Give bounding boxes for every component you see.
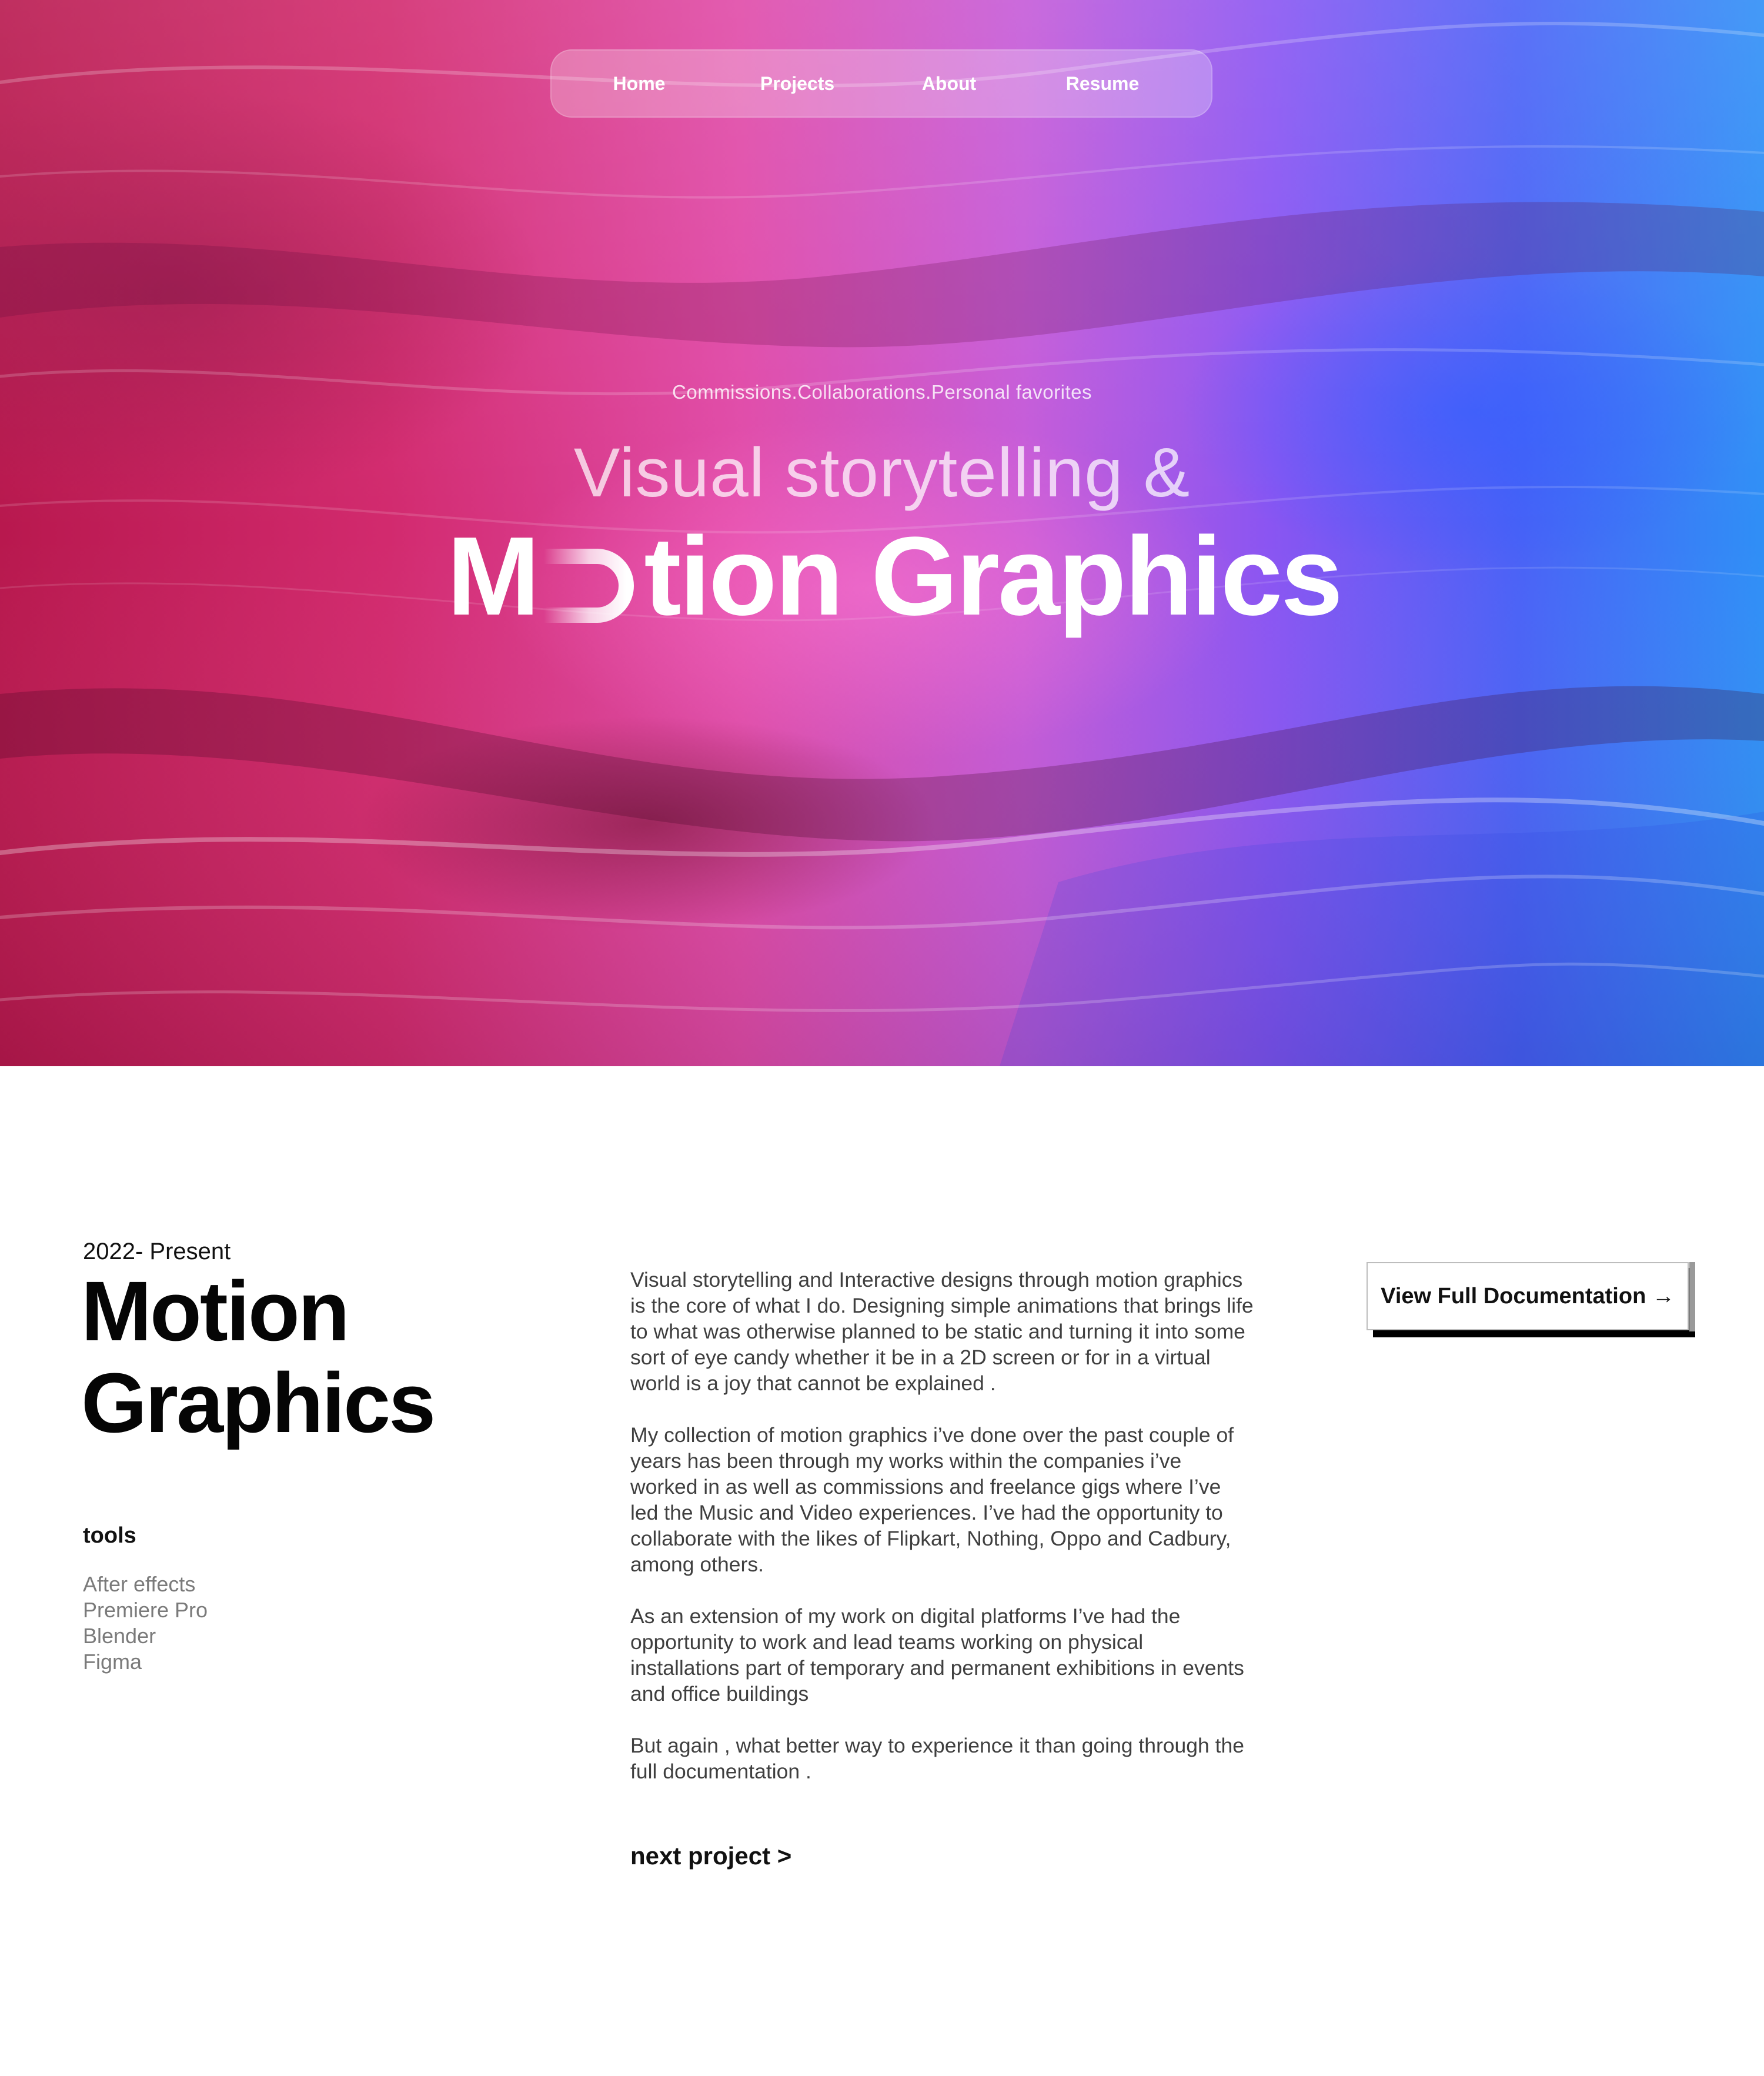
description-paragraph: Visual storytelling and Interactive desi… bbox=[630, 1268, 1254, 1395]
description-paragraph: My collection of motion graphics i’ve do… bbox=[630, 1423, 1234, 1576]
nav-projects-link[interactable]: Projects bbox=[756, 49, 838, 118]
next-project-link[interactable]: next project > bbox=[630, 1842, 791, 1870]
hero-subtitle: Visual storytelling & bbox=[573, 434, 1191, 512]
description-paragraph: As an extension of my work on digital pl… bbox=[630, 1604, 1244, 1705]
nav-about-link[interactable]: About bbox=[916, 49, 982, 118]
tool-item: Blender bbox=[83, 1624, 156, 1648]
nav-resume-link[interactable]: Resume bbox=[1060, 49, 1145, 118]
hero-kicker: Commissions.Collaborations.Personal favo… bbox=[672, 381, 1092, 403]
project-period: 2022- Present bbox=[83, 1239, 231, 1264]
project-title: Motion Graphics bbox=[81, 1266, 493, 1449]
hero-title: M tion Graphics bbox=[447, 514, 1343, 639]
nav-home-link[interactable]: Home bbox=[609, 49, 669, 118]
tool-item: After effects bbox=[83, 1572, 196, 1596]
project-title-line2: Graphics bbox=[81, 1356, 436, 1450]
hero-banner: Home Projects About Resume Commissions.C… bbox=[0, 0, 1764, 1066]
project-title-line1: Motion bbox=[81, 1264, 350, 1359]
tools-heading: tools bbox=[83, 1523, 136, 1548]
hero-title-first-letter: M bbox=[447, 514, 540, 639]
hero-title-rest: tion Graphics bbox=[644, 514, 1343, 639]
top-navigation: Home Projects About Resume bbox=[550, 49, 1212, 118]
tools-list: After effects Premiere Pro Blender Figma bbox=[83, 1571, 208, 1675]
animated-o-glyph bbox=[538, 518, 644, 635]
tool-item: Premiere Pro bbox=[83, 1598, 208, 1622]
project-description: Visual storytelling and Interactive desi… bbox=[630, 1267, 1254, 1810]
tool-item: Figma bbox=[83, 1650, 142, 1674]
documentation-button-edge bbox=[1689, 1262, 1695, 1331]
description-paragraph: But again , what better way to experienc… bbox=[630, 1734, 1244, 1783]
view-documentation-button[interactable]: View Full Documentation → bbox=[1367, 1262, 1689, 1330]
